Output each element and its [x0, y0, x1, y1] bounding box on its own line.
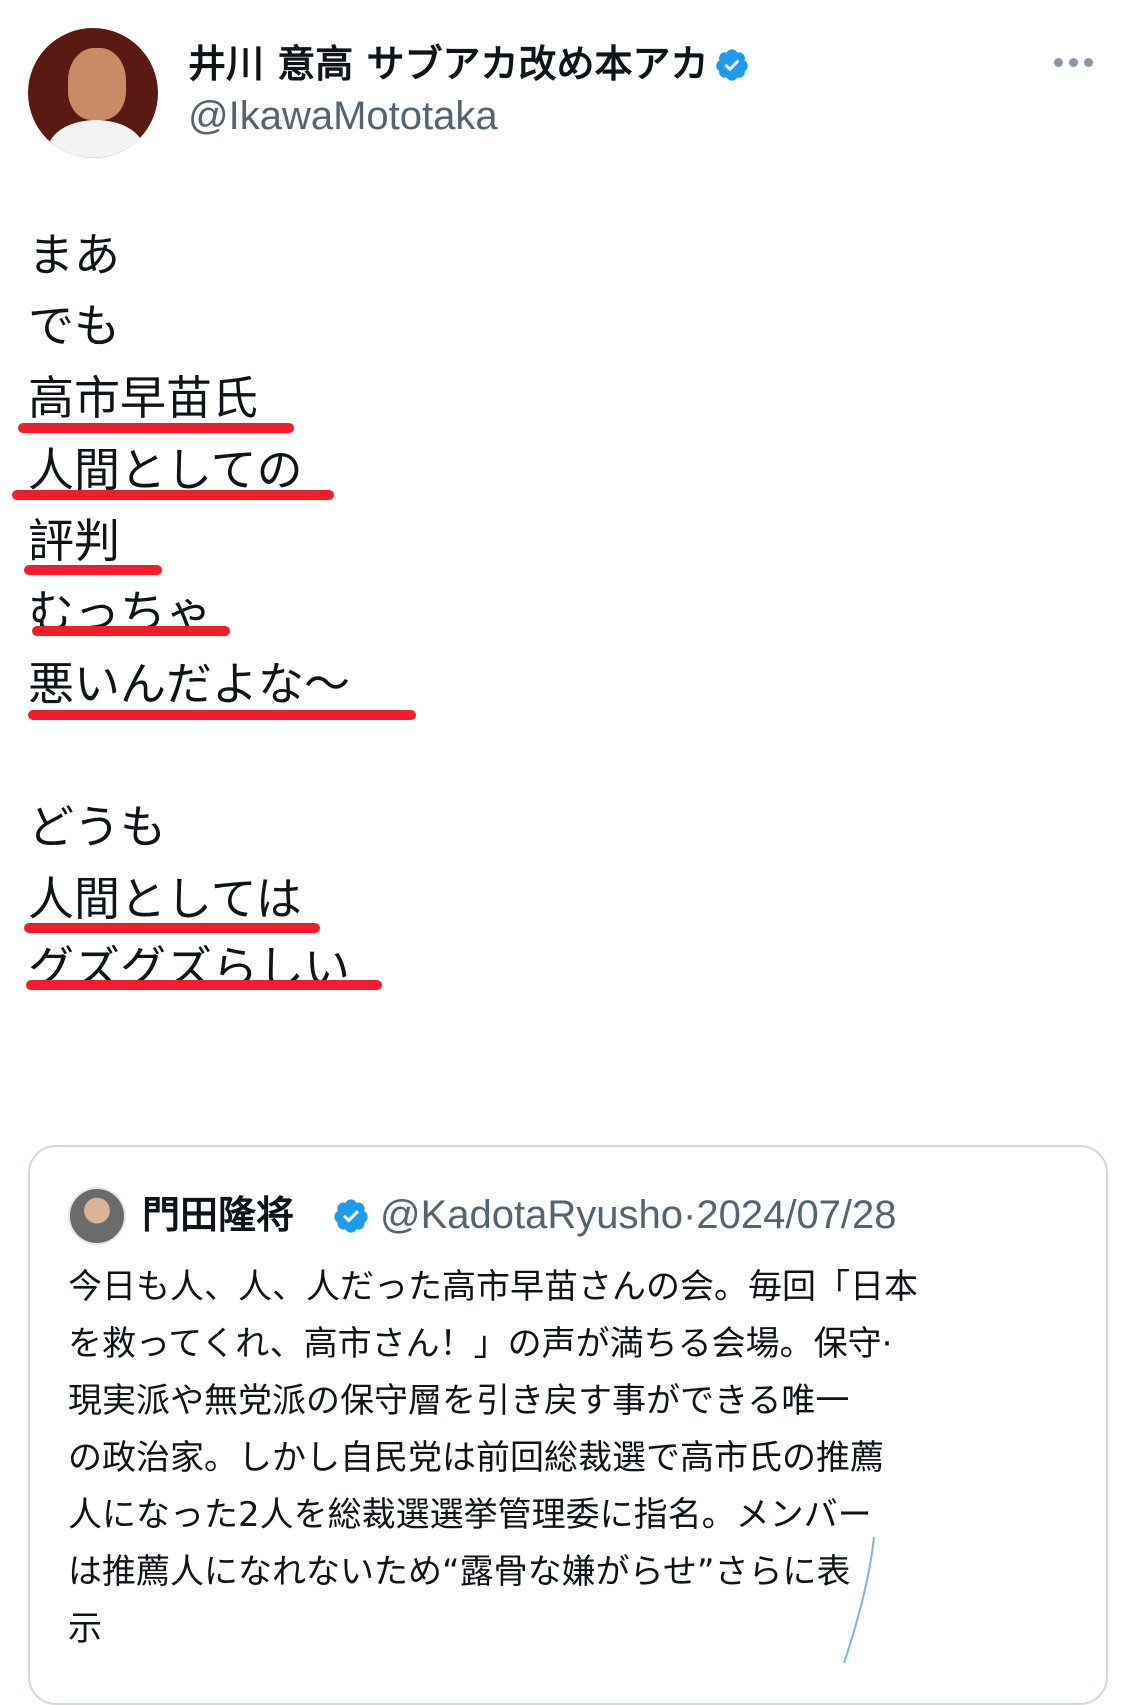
red-underline — [24, 923, 320, 933]
quote-text-line: 人になった2人を総裁選選挙管理委に指名。メンバー — [68, 1495, 872, 1535]
tweet-line: でも — [28, 299, 120, 353]
dot-2 — [1069, 57, 1078, 67]
quote-date[interactable]: 2024/07/28 — [696, 1193, 896, 1237]
quote-author-avatar[interactable] — [68, 1187, 126, 1245]
red-underline — [24, 565, 162, 575]
author-display-name-text: 井川 意高 サブアカ改め本アカ — [188, 42, 709, 86]
author-avatar[interactable] — [28, 28, 158, 158]
author-handle[interactable]: @IkawaMototaka — [188, 90, 498, 142]
tweet-line: 高市早苗氏 — [28, 371, 258, 425]
quote-text-line: の政治家。しかし自民党は前回総裁選で高市氏の推薦 — [68, 1438, 884, 1478]
avatar-shirt — [48, 120, 144, 158]
quote-text-line: 今日も人、人、人だった高市早苗さんの会。毎回「日本 — [68, 1267, 918, 1307]
dot-3 — [1084, 57, 1093, 67]
red-underline — [12, 490, 334, 500]
quote-author-name[interactable]: 門田隆将 — [142, 1187, 294, 1243]
tweet-header: 井川 意高 サブアカ改め本アカ @IkawaMototaka — [28, 28, 1098, 158]
more-options-icon[interactable] — [1054, 52, 1098, 72]
quote-author-handle[interactable]: @KadotaRyusho — [380, 1193, 683, 1237]
verified-badge-icon — [716, 49, 749, 81]
quote-tweet-card[interactable]: 門田隆将 @KadotaRyusho·2024/07/28 今日も人、人、人だっ… — [28, 1145, 1108, 1705]
quote-text-line: 現実派や無党派の保守層を引き戻す事ができる唯一 — [68, 1381, 850, 1421]
tweet-line: まあ — [28, 228, 120, 282]
quote-text: 今日も人、人、人だった高市早苗さんの会。毎回「日本 を救ってくれ、高市さん！」の… — [68, 1259, 1068, 1658]
tweet-line: 悪いんだよな〜 — [28, 657, 350, 711]
quote-text-line: は推薦人になれないため“露骨な嫌がらせ”さらに表 — [68, 1552, 851, 1592]
pen-stroke-mark — [843, 1536, 875, 1664]
quote-meta: @KadotaRyusho·2024/07/28 — [380, 1187, 897, 1243]
tweet-line: 人間としては — [28, 872, 302, 926]
dot-1 — [1054, 57, 1063, 67]
verified-badge-icon — [334, 1199, 368, 1233]
tweet-line: どうも — [28, 800, 166, 854]
red-underline — [26, 980, 382, 990]
avatar-face — [68, 48, 126, 120]
red-underline — [18, 423, 294, 433]
tweet-line: 評判 — [28, 514, 120, 568]
quote-text-line: を救ってくれ、高市さん！」の声が満ちる会場。保守· — [68, 1324, 893, 1364]
meta-separator: · — [683, 1193, 697, 1237]
red-underline — [28, 710, 416, 720]
author-display-name[interactable]: 井川 意高 サブアカ改め本アカ — [188, 38, 750, 90]
red-underline — [32, 626, 230, 636]
quote-text-line: 示 — [68, 1609, 102, 1649]
